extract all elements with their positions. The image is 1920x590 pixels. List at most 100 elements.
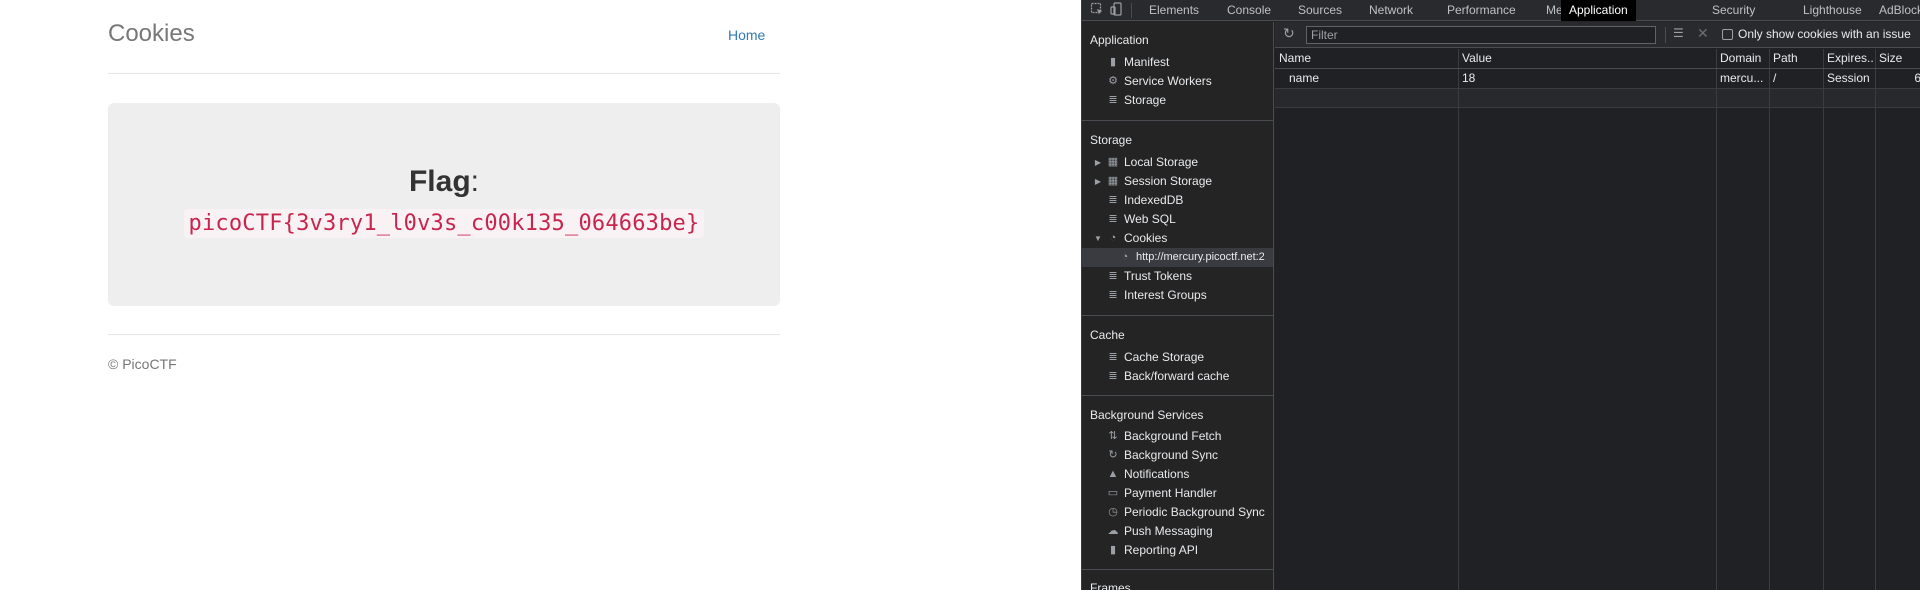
sidebar-item-cookie-origin[interactable]: ◔ http://mercury.picoctf.net:2 (1082, 248, 1273, 267)
database-icon: ≣ (1108, 94, 1118, 106)
sidebar-item-label: Cookies (1124, 231, 1168, 245)
tab-elements[interactable]: Elements (1141, 0, 1207, 21)
sidebar-item-session-storage[interactable]: ▶ ▦ Session Storage (1082, 172, 1273, 191)
sidebar-item-label: Background Fetch (1124, 429, 1222, 443)
cookie-icon: ◔ (1121, 251, 1129, 263)
sidebar-item-service-workers[interactable]: ⚙ Service Workers (1082, 72, 1273, 91)
sidebar-item-trust-tokens[interactable]: ≣ Trust Tokens (1082, 267, 1273, 286)
sidebar-item-cookies[interactable]: ▼ ◔ Cookies (1082, 229, 1273, 248)
tab-console[interactable]: Console (1219, 0, 1279, 21)
sidebar-item-background-sync[interactable]: ↻ Background Sync (1082, 446, 1273, 465)
cookie-filter-bar: ↻ ☰ ✕ Only show cookies with an issue (1275, 22, 1920, 48)
tab-sources[interactable]: Sources (1290, 0, 1350, 21)
refresh-icon[interactable]: ↻ (1283, 25, 1295, 42)
flag-heading: Flag: (108, 165, 780, 199)
expand-arrow-icon[interactable]: ▶ (1093, 172, 1103, 191)
sidebar-item-label: Web SQL (1124, 212, 1176, 226)
column-header-path[interactable]: Path (1773, 49, 1819, 68)
device-toggle-icon[interactable] (1108, 2, 1126, 18)
home-link[interactable]: Home (728, 27, 765, 43)
sidebar-item-notifications[interactable]: ▲ Notifications (1082, 465, 1273, 484)
gear-icon: ⚙ (1108, 75, 1118, 87)
database-icon: ≣ (1108, 370, 1118, 382)
sidebar-item-label: Back/forward cache (1124, 369, 1230, 383)
column-header-size[interactable]: Size (1879, 49, 1919, 68)
column-header-value[interactable]: Value (1462, 49, 1712, 68)
credit-card-icon: ▭ (1107, 487, 1119, 499)
devtools-toolbar: Elements Console Sources Network Perform… (1082, 0, 1920, 21)
column-header-domain[interactable]: Domain (1720, 49, 1766, 68)
only-issues-label: Only show cookies with an issue (1738, 27, 1911, 41)
sidebar-divider (1082, 120, 1273, 121)
filter-input[interactable] (1306, 26, 1656, 44)
sidebar-item-storage[interactable]: ≣ Storage (1082, 91, 1273, 110)
only-issues-checkbox[interactable] (1722, 29, 1733, 40)
column-divider (1823, 49, 1824, 590)
header-divider (108, 73, 780, 74)
inspect-element-icon[interactable] (1088, 2, 1106, 18)
sidebar-item-interest-groups[interactable]: ≣ Interest Groups (1082, 286, 1273, 305)
cookie-expires-cell: Session (1827, 71, 1870, 85)
sidebar-item-local-storage[interactable]: ▶ ▦ Local Storage (1082, 153, 1273, 172)
column-header-expires[interactable]: Expires... (1827, 49, 1873, 68)
clock-icon: ◷ (1108, 506, 1118, 518)
sidebar-item-back-forward-cache[interactable]: ≣ Back/forward cache (1082, 367, 1273, 386)
tab-lighthouse[interactable]: Lighthouse (1795, 0, 1870, 21)
tab-security[interactable]: Security (1704, 0, 1763, 21)
column-header-name[interactable]: Name (1279, 49, 1455, 68)
clear-filtered-cookies-icon[interactable]: ☰ (1673, 26, 1684, 40)
database-icon: ≣ (1108, 289, 1118, 301)
sidebar-header-cache: Cache (1090, 328, 1125, 342)
expand-arrow-icon[interactable]: ▶ (1093, 153, 1103, 172)
sidebar-divider (1082, 315, 1273, 316)
footer-copyright: © PicoCTF (108, 356, 177, 372)
toolbar-separator (1665, 27, 1666, 43)
tab-network[interactable]: Network (1361, 0, 1421, 21)
sidebar-item-payment-handler[interactable]: ▭ Payment Handler (1082, 484, 1273, 503)
cookie-icon: ◔ (1109, 232, 1117, 244)
column-divider (1458, 49, 1459, 590)
sync-icon: ↻ (1108, 449, 1118, 461)
database-icon: ≣ (1108, 351, 1118, 363)
sidebar-item-cache-storage[interactable]: ≣ Cache Storage (1082, 348, 1273, 367)
sidebar-item-indexeddb[interactable]: ≣ IndexedDB (1082, 191, 1273, 210)
cloud-icon: ☁ (1107, 525, 1119, 537)
collapse-arrow-icon[interactable]: ▼ (1093, 229, 1103, 248)
column-divider (1716, 49, 1717, 590)
sidebar-item-background-fetch[interactable]: ⇅ Background Fetch (1082, 427, 1273, 446)
sidebar-item-periodic-background-sync[interactable]: ◷ Periodic Background Sync (1082, 503, 1273, 522)
database-icon: ≣ (1108, 194, 1118, 206)
sidebar-item-push-messaging[interactable]: ☁ Push Messaging (1082, 522, 1273, 541)
tab-application[interactable]: Application (1561, 0, 1636, 21)
sidebar-item-label: Local Storage (1124, 155, 1199, 169)
sidebar-item-label: Reporting API (1124, 543, 1199, 557)
sidebar-item-label: Manifest (1124, 55, 1170, 69)
sidebar-item-label: Notifications (1124, 467, 1190, 481)
sidebar-item-reporting-api[interactable]: ▮ Reporting API (1082, 541, 1273, 560)
toolbar-separator (1131, 3, 1132, 18)
sidebar-divider (1082, 569, 1273, 570)
file-icon: ▮ (1109, 544, 1117, 556)
grid-icon: ▦ (1107, 175, 1119, 187)
sidebar-item-label: Cache Storage (1124, 350, 1205, 364)
file-icon: ▮ (1109, 56, 1117, 68)
tab-performance[interactable]: Performance (1439, 0, 1524, 21)
sidebar-item-label: http://mercury.picoctf.net:2 (1136, 251, 1265, 263)
page-title: Cookies (108, 20, 195, 47)
sidebar-item-label: Service Workers (1124, 74, 1212, 88)
application-sidebar: Application ▮ Manifest ⚙ Service Workers… (1082, 22, 1274, 590)
row-divider (1275, 88, 1920, 89)
tab-adblock[interactable]: AdBlock (1871, 0, 1920, 21)
flag-colon: : (470, 165, 479, 198)
sidebar-divider (1082, 395, 1273, 396)
sidebar-item-label: Session Storage (1124, 174, 1213, 188)
sidebar-item-web-sql[interactable]: ≣ Web SQL (1082, 210, 1273, 229)
cookie-size-cell: 6 (1914, 71, 1920, 85)
sidebar-item-label: Periodic Background Sync (1124, 505, 1265, 519)
grid-icon: ▦ (1107, 156, 1119, 168)
cookie-name-cell: name (1289, 71, 1320, 85)
delete-selected-icon[interactable]: ✕ (1697, 25, 1709, 42)
sidebar-item-manifest[interactable]: ▮ Manifest (1082, 53, 1273, 72)
database-icon: ≣ (1108, 213, 1118, 225)
web-page: Cookies Home Flag: picoCTF{3v3ry1_l0v3s_… (0, 0, 1081, 590)
